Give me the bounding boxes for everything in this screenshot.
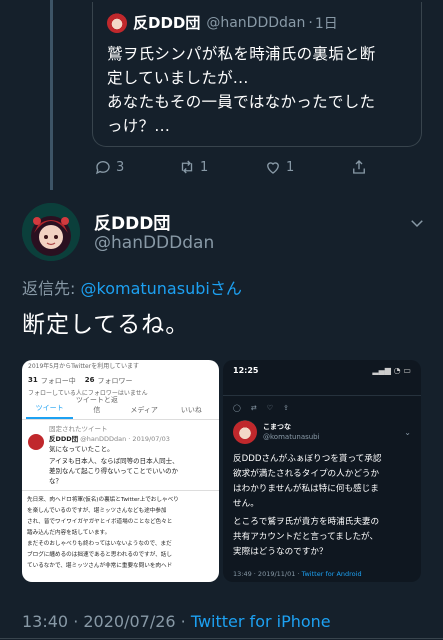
reply-to-mention[interactable]: @komatunasubiさん [81,279,242,298]
tweet-meta: 13:40 · 2020/07/26 · Twitter for iPhone [22,612,331,631]
right-status-bar: 12:25 ▂▄▆ ◔ ▭ [223,360,421,381]
left-tab: いいね [180,406,202,414]
share-button[interactable] [350,158,372,176]
quoted-text-line: っけ？... [107,117,171,135]
right-text-line: 欲求が満たされるタイプの人かどうか [233,469,380,479]
tweet-text: 断定してるね。 [22,312,190,338]
reply-to: 返信先: @komatunasubiさん [22,275,242,299]
quoted-tweet[interactable]: 反DDD団 @hanDDDdan · 1日 鷲ヲ氏シンパが私を時浦氏の裏垢と断 … [92,2,422,147]
thread-line [50,0,53,190]
left-body-line: 踏み込んだ内容を話しています。 [27,530,111,536]
right-like-icon: ♡ [266,404,273,412]
left-body-line: され、皆でワイワイガヤガヤとイボ道場のことなど色々と [27,519,173,525]
right-name: こまつな [263,423,291,431]
left-pinned-line: 気になっていたこと。 [49,445,114,453]
right-text-line: ところで鷲ヲ氏が貴方を時浦氏夫妻の [233,517,380,527]
quoted-name[interactable]: 反DDD団 [133,12,200,33]
right-timestamp: 13:49 · 2019/11/01 · [233,570,302,578]
right-handle: @komatunasubi [263,433,320,441]
quoted-handle: @hanDDDdan [206,14,306,31]
right-retweet-icon: ⇄ [250,404,257,412]
tweet-timestamp[interactable]: 13:40 · 2020/07/26 · [22,612,191,631]
quoted-separator: · [308,14,313,31]
retweet-button[interactable]: 1 [178,158,208,176]
right-text-line: 実際はどうなのですか？ [233,547,328,557]
reply-icon [95,161,110,175]
left-follow-stats: 31 フォロー中 26 フォロワー [22,372,219,386]
left-pinned-line: 差別なんて起こり得ないってことでいいのか [49,467,179,475]
right-status-icons: ▂▄▆ ◔ ▭ [372,366,411,375]
quoted-tweet-header: 反DDD団 @hanDDDdan · 1日 [107,12,338,33]
quoted-text-line: 定していましたが... [107,69,249,87]
left-body-line: ブログに纏めるのは拙速であると思われるのですが、話し [27,552,172,558]
author-handle[interactable]: @hanDDDdan [94,233,214,253]
left-pinned-line: アイヌも日本人、ならば同等の日本人同士、 [49,457,179,465]
right-text-line: 共有アカウントだと言ってましたが、 [233,532,379,542]
left-divider [22,490,219,491]
left-body-line: を楽しんでいるのですが、堪ミッツさんなども途中参加 [27,508,167,514]
right-avatar [233,420,257,444]
right-text-line: はわかりませんが私は特に何も感じま [233,484,379,494]
right-text-line: 反DDDさんがふぁぼりつを貰って承認 [233,454,382,464]
reply-to-prefix: 返信先: [22,279,76,298]
avatar-image [22,203,80,261]
right-text-line: せん。 [233,499,259,509]
left-tab-bar: ツイート ツイートと返信 メディア いいね [22,396,219,420]
left-mutual-note: フォローしている人にフォロワーはいません [28,390,148,397]
chevron-down-icon[interactable] [408,214,426,232]
media-image-2[interactable]: 12:25 ▂▄▆ ◔ ▭ ◯ ⇄ ♡ ⇪ こまつな @komatunasubi… [223,360,421,582]
left-body-line: ているなかで、堪ミッツさんが非常に重要な問いを肉ヘド [27,563,173,569]
right-author: こまつな @komatunasubi ⌄ [223,416,421,448]
reply-count: 3 [116,159,125,175]
left-pinned-avatar [28,434,44,450]
like-count: 1 [286,159,295,175]
right-timestamp-row: 13:49 · 2019/11/01 · Twitter for Android [223,564,421,582]
right-source: Twitter for Android [301,570,362,578]
retweet-count: 1 [200,159,209,175]
right-reply-icon: ◯ [233,404,241,412]
right-chevron-down-icon: ⌄ [404,427,411,437]
quoted-text-line: 鷲ヲ氏シンパが私を時浦氏の裏垢と断 [107,45,376,63]
left-followers-label: フォロワー [97,377,133,385]
left-blog-text: 先日来、肉ヘドロ将軍(仮名)の裏垢とTwitter上でおしゃべり を楽しんでいる… [22,495,219,572]
left-top-notice: 2019年5月からTwitterを利用しています [28,363,140,370]
bottom-divider [0,638,443,639]
quoted-text-line: あなたもその一員ではなかったでした [107,93,376,111]
left-body-line: まだそのおしゃべりも終わってはいないようなので、まだ [27,541,172,547]
media-image-1[interactable]: 2019年5月からTwitterを利用しています 31 フォロー中 26 フォロ… [22,360,219,582]
reply-button[interactable]: 3 [94,158,124,176]
like-icon [267,162,279,174]
right-share-icon: ⇪ [283,404,289,412]
left-pinned-tweet: 固定されたツイート 反DDD団 @hanDDDdan · 2019/07/03 … [22,420,219,486]
tweet-source[interactable]: Twitter for iPhone [191,612,331,631]
right-action-row: ◯ ⇄ ♡ ⇪ [223,396,421,416]
left-followers-count: 26 [84,376,95,384]
left-pinned-name: 反DDD団 [49,435,79,443]
left-pinned-line: な？ [49,477,62,485]
author-name[interactable]: 反DDD団 [94,209,170,234]
quoted-avatar[interactable] [107,12,127,33]
author-avatar[interactable] [22,203,80,261]
left-body-line: 先日来、肉ヘドロ将軍(仮名)の裏垢とTwitter上でおしゃべり [27,497,179,503]
like-button[interactable]: 1 [264,158,294,176]
left-tab: メディア [130,406,158,414]
retweet-icon [181,160,193,174]
right-text: 反DDDさんがふぁぼりつを貰って承認 欲求が満たされるタイプの人かどうか はわか… [223,448,421,564]
left-pinned-handle: @hanDDDdan · 2019/07/03 [80,435,170,443]
left-tab: ツイート [26,403,74,419]
share-icon [353,160,365,174]
quoted-age: 1日 [314,15,338,32]
left-following-count: 31 [28,376,38,384]
left-tab: ツイートと返信 [75,396,118,414]
left-pinned-label: 固定されたツイート [49,425,108,433]
right-status-time: 12:25 [233,366,259,375]
left-following-label: フォロー中 [40,377,76,385]
quoted-text: 鷲ヲ氏シンパが私を時浦氏の裏垢と断 定していましたが... あなたもその一員では… [107,42,411,138]
